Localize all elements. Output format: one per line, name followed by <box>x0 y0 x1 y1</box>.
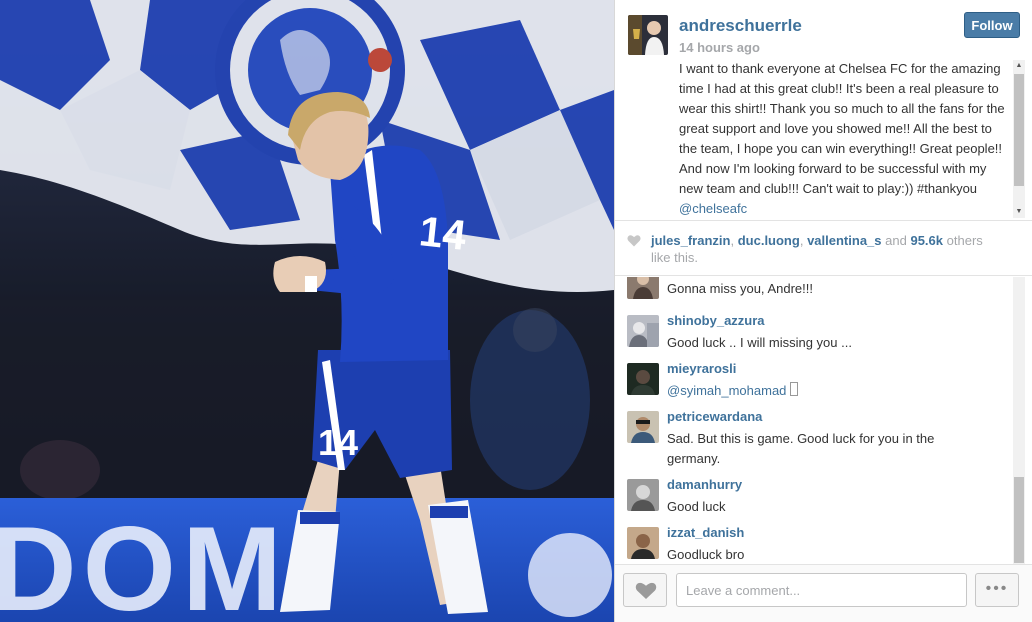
author-avatar[interactable] <box>628 15 668 55</box>
svg-text:DOM: DOM <box>0 502 288 622</box>
commenter-avatar[interactable] <box>627 277 659 299</box>
likes-and: and <box>885 233 907 248</box>
separator: , <box>730 233 735 248</box>
comment-text: Goodluck bro <box>667 547 745 562</box>
commenter-avatar[interactable] <box>627 363 659 395</box>
post-details-panel: andreschuerrle 14 hours ago Follow I wan… <box>614 0 1032 622</box>
commenter-username[interactable]: petricewardana <box>667 409 762 424</box>
post-header: andreschuerrle 14 hours ago Follow I wan… <box>615 0 1032 220</box>
post-timestamp: 14 hours ago <box>679 40 760 55</box>
heart-icon <box>635 582 657 599</box>
scrollbar-thumb[interactable] <box>1014 477 1024 563</box>
commenter-username[interactable]: izzat_danish <box>667 525 744 540</box>
comment-text: @syimah_mohamad <box>667 381 987 401</box>
missing-glyph-icon <box>790 382 799 396</box>
likes-count[interactable]: 95.6k <box>910 233 943 248</box>
commenter-avatar[interactable] <box>627 479 659 511</box>
commenter-username[interactable]: mieyrarosli <box>667 361 736 376</box>
chevron-down-icon[interactable]: ▼ <box>1013 206 1025 218</box>
caption-text: I want to thank everyone at Chelsea FC f… <box>679 61 1005 196</box>
comment-text: Good luck <box>667 499 726 514</box>
likes-summary: jules_franzin, duc.luong, vallentina_s a… <box>615 220 1032 276</box>
comment-text: Good luck .. I will missing you ... <box>667 335 852 350</box>
shirt-number: 14 <box>417 207 469 259</box>
separator: , <box>799 233 804 248</box>
commenter-avatar[interactable] <box>627 315 659 347</box>
caption-mention[interactable]: @chelseafc <box>679 201 747 216</box>
shorts-number: 14 <box>318 422 358 463</box>
comment-text: Gonna miss you, Andre!!! <box>667 281 813 296</box>
scrollbar-thumb[interactable] <box>1014 74 1024 186</box>
comment-text: Sad. But this is game. Good luck for you… <box>667 431 935 466</box>
post-photo[interactable]: DOM 14 14 <box>0 0 614 622</box>
heart-icon <box>627 235 641 247</box>
ellipsis-icon[interactable]: ••• <box>975 573 1019 607</box>
post-caption: I want to thank everyone at Chelsea FC f… <box>679 59 1009 219</box>
likes-text: jules_franzin, duc.luong, vallentina_s a… <box>651 232 1001 266</box>
comment-mention[interactable]: @syimah_mohamad <box>667 383 786 398</box>
post-image: DOM 14 14 <box>0 0 614 622</box>
follow-button[interactable]: Follow <box>964 12 1020 38</box>
liker-username[interactable]: vallentina_s <box>807 233 881 248</box>
like-button[interactable] <box>623 573 667 607</box>
commenter-username[interactable]: shinoby_azzura <box>667 313 765 328</box>
comments-scrollbar[interactable] <box>1013 277 1025 564</box>
comments-list[interactable]: Gonna miss you, Andre!!! shinoby_azzura … <box>615 277 1013 564</box>
commenter-username[interactable]: damanhurry <box>667 477 742 492</box>
comment-footer: ••• <box>615 564 1032 622</box>
commenter-avatar[interactable] <box>627 411 659 443</box>
commenter-avatar[interactable] <box>627 527 659 559</box>
liker-username[interactable]: duc.luong <box>738 233 800 248</box>
chevron-up-icon[interactable]: ▲ <box>1013 60 1025 72</box>
caption-scrollbar[interactable]: ▲ ▼ <box>1013 60 1025 218</box>
author-username[interactable]: andreschuerrle <box>679 16 802 36</box>
comment-input[interactable] <box>676 573 967 607</box>
liker-username[interactable]: jules_franzin <box>651 233 730 248</box>
